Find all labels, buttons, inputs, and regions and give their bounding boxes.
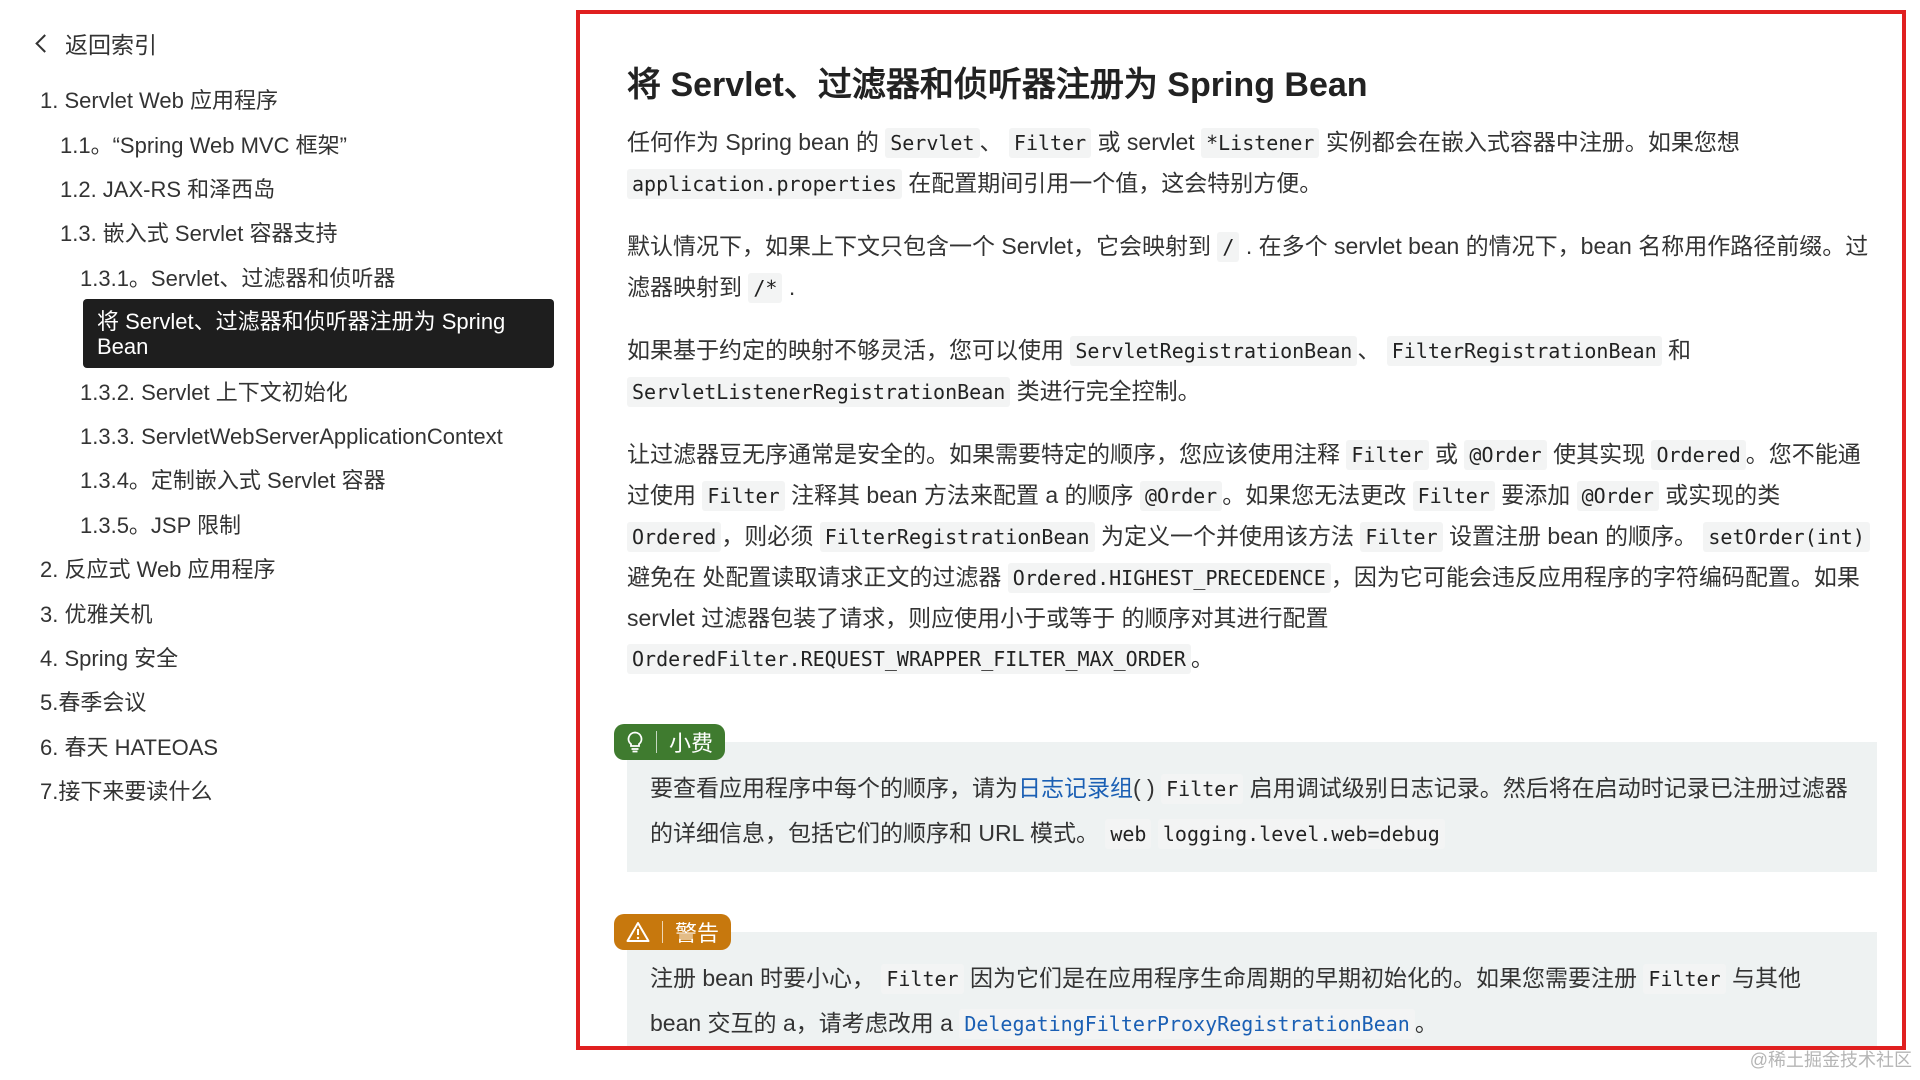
text: 和	[1668, 337, 1692, 363]
text: 使其实现	[1553, 441, 1646, 467]
toc-item-spring-web-mvc[interactable]: 1.1。“Spring Web MVC 框架”	[60, 132, 347, 160]
warning-label-text: 警告	[675, 921, 720, 946]
text: 注册 bean 时要小心，	[650, 965, 875, 991]
toc-item-reactive-web[interactable]: 2. 反应式 Web 应用程序	[40, 556, 276, 584]
toc-item-active[interactable]: 将 Servlet、过滤器和侦听器注册为 Spring Bean	[83, 299, 554, 368]
text: 。如果您无法更改	[1222, 482, 1407, 508]
inline-code: Filter	[1643, 964, 1726, 994]
inline-code: Filter	[1360, 522, 1443, 552]
text: 。	[1414, 1010, 1438, 1036]
inline-code: @Order	[1139, 481, 1223, 511]
text: 为定义一个并使用该方法	[1100, 523, 1354, 549]
page-title: 将 Servlet、过滤器和侦听器注册为 Spring Bean	[627, 66, 1368, 104]
inline-code: Ordered	[1651, 440, 1746, 470]
inline-code: FilterRegistrationBean	[819, 522, 1095, 552]
back-label: 返回索引	[65, 32, 157, 58]
text: 在配置期间引用一个值，这会特别方便。	[908, 170, 1323, 196]
toc-item-whats-next[interactable]: 7.接下来要读什么	[40, 778, 212, 806]
inline-code: OrderedFilter.REQUEST_WRAPPER_FILTER_MAX…	[627, 644, 1191, 674]
text: 、	[979, 129, 1003, 155]
toc-item-jax-rs[interactable]: 1.2. JAX-RS 和泽西岛	[60, 176, 275, 204]
toc-item-servlet-web-server-app-context[interactable]: 1.3.3. ServletWebServerApplicationContex…	[80, 423, 503, 451]
text: 或 servlet	[1097, 129, 1195, 155]
text: 或	[1435, 441, 1459, 467]
logging-groups-link[interactable]: 日志记录组	[1018, 775, 1133, 801]
lightbulb-icon	[627, 731, 643, 753]
text: 类进行完全控制。	[1016, 378, 1201, 404]
text: 、	[1357, 337, 1381, 363]
main-content: 将 Servlet、过滤器和侦听器注册为 Spring Bean 任何作为 Sp…	[627, 60, 1877, 679]
inline-code: *Listener	[1201, 128, 1320, 158]
text: 设置注册 bean 的顺序。	[1449, 523, 1697, 549]
warning-label: 警告	[614, 914, 732, 950]
warning-text: 注册 bean 时要小心， Filter 因为它们是在应用程序生命周期的早期初始…	[650, 956, 1850, 1046]
text: 让过滤器豆无序通常是安全的。如果需要特定的顺序，您应该使用注释	[627, 441, 1340, 467]
toc-item-servlet-web[interactable]: 1. Servlet Web 应用程序	[40, 87, 278, 115]
paragraph-registration: 任何作为 Spring bean 的 Servlet、 Filter 或 ser…	[627, 122, 1877, 204]
warning-triangle-icon	[626, 922, 650, 942]
text: 实例都会在嵌入式容器中注册。如果您想	[1325, 129, 1740, 155]
inline-code: Servlet	[885, 128, 980, 158]
toc-item-customizing-container[interactable]: 1.3.4。定制嵌入式 Servlet 容器	[80, 467, 386, 495]
inline-code: Filter	[1412, 481, 1495, 511]
inline-code: ServletListenerRegistrationBean	[627, 377, 1011, 407]
inline-code: logging.level.web=debug	[1157, 819, 1445, 849]
text: 注释其 bean 方法来配置 a 的顺序	[791, 482, 1134, 508]
toc-item-spring-security[interactable]: 4. Spring 安全	[40, 645, 178, 673]
tip-text: 要查看应用程序中每个的顺序，请为日志记录组( ) Filter 启用调试级别日志…	[650, 766, 1850, 856]
toc-sidebar: 返回索引 1. Servlet Web 应用程序 1.1。“Spring Web…	[0, 0, 560, 1080]
tip-label-text: 小费	[669, 731, 714, 756]
tip-admonition: 要查看应用程序中每个的顺序，请为日志记录组( ) Filter 启用调试级别日志…	[627, 742, 1877, 872]
inline-code: ServletRegistrationBean	[1070, 336, 1358, 366]
toc-item-embedded-servlet[interactable]: 1.3. 嵌入式 Servlet 容器支持	[60, 220, 338, 248]
watermark: @稀土掘金技术社区	[1749, 1050, 1912, 1070]
inline-code: setOrder(int)	[1703, 522, 1870, 552]
text: 如果基于约定的映射不够灵活，您可以使用	[627, 337, 1064, 363]
back-to-index-link[interactable]: 返回索引	[35, 26, 157, 60]
inline-code: FilterRegistrationBean	[1386, 336, 1662, 366]
toc-item-servlet-context-init[interactable]: 1.3.2. Servlet 上下文初始化	[80, 379, 348, 407]
inline-code: @Order	[1576, 481, 1659, 511]
inline-code: application.properties	[627, 169, 902, 199]
text: 因为它们是在应用程序生命周期的早期初始化的。如果您需要注册	[969, 965, 1637, 991]
toc-item-servlets-filters[interactable]: 1.3.1。Servlet、过滤器和侦听器	[80, 265, 395, 293]
inline-code: Ordered	[627, 522, 722, 552]
tip-label: 小费	[614, 724, 726, 760]
inline-code: Filter	[1346, 440, 1429, 470]
toc-item-graceful-shutdown[interactable]: 3. 优雅关机	[40, 601, 152, 629]
chevron-left-icon	[35, 33, 54, 53]
inline-code: Filter	[1161, 774, 1244, 804]
inline-code: Filter	[881, 964, 964, 994]
text: 或实现的类	[1665, 482, 1781, 508]
inline-code: /*	[748, 273, 783, 303]
inline-code: Filter	[702, 481, 785, 511]
inline-code: web	[1105, 819, 1152, 849]
text: 避免在 处配置读取请求正文的过滤器	[627, 564, 1002, 590]
toc-item-spring-hateoas[interactable]: 6. 春天 HATEOAS	[40, 734, 218, 762]
text: 要查看应用程序中每个的顺序，请为	[650, 775, 1018, 801]
text: ( )	[1133, 775, 1155, 801]
paragraph-filter-ordering: 让过滤器豆无序通常是安全的。如果需要特定的顺序，您应该使用注释 Filter 或…	[627, 434, 1877, 679]
inline-code: Filter	[1008, 128, 1092, 158]
inline-code: /	[1217, 232, 1240, 262]
inline-code: @Order	[1464, 440, 1547, 470]
delegating-filter-proxy-link[interactable]: DelegatingFilterProxyRegistrationBean	[959, 1009, 1415, 1039]
text: 。	[1190, 645, 1214, 671]
paragraph-default-mapping: 默认情况下，如果上下文只包含一个 Servlet，它会映射到 / . 在多个 s…	[627, 226, 1877, 308]
text: .	[788, 274, 796, 300]
text: 默认情况下，如果上下文只包含一个 Servlet，它会映射到	[627, 233, 1211, 259]
text: 要添加	[1501, 482, 1571, 508]
warning-admonition: 注册 bean 时要小心， Filter 因为它们是在应用程序生命周期的早期初始…	[627, 932, 1877, 1050]
text: ，则必须	[721, 523, 814, 549]
toc-item-spring-session[interactable]: 5.春季会议	[40, 689, 146, 717]
paragraph-registration-beans: 如果基于约定的映射不够灵活，您可以使用 ServletRegistrationB…	[627, 330, 1877, 412]
text: 任何作为 Spring bean 的	[627, 129, 879, 155]
inline-code: Ordered.HIGHEST_PRECEDENCE	[1007, 563, 1331, 593]
toc-item-jsp-limits[interactable]: 1.3.5。JSP 限制	[80, 512, 241, 540]
